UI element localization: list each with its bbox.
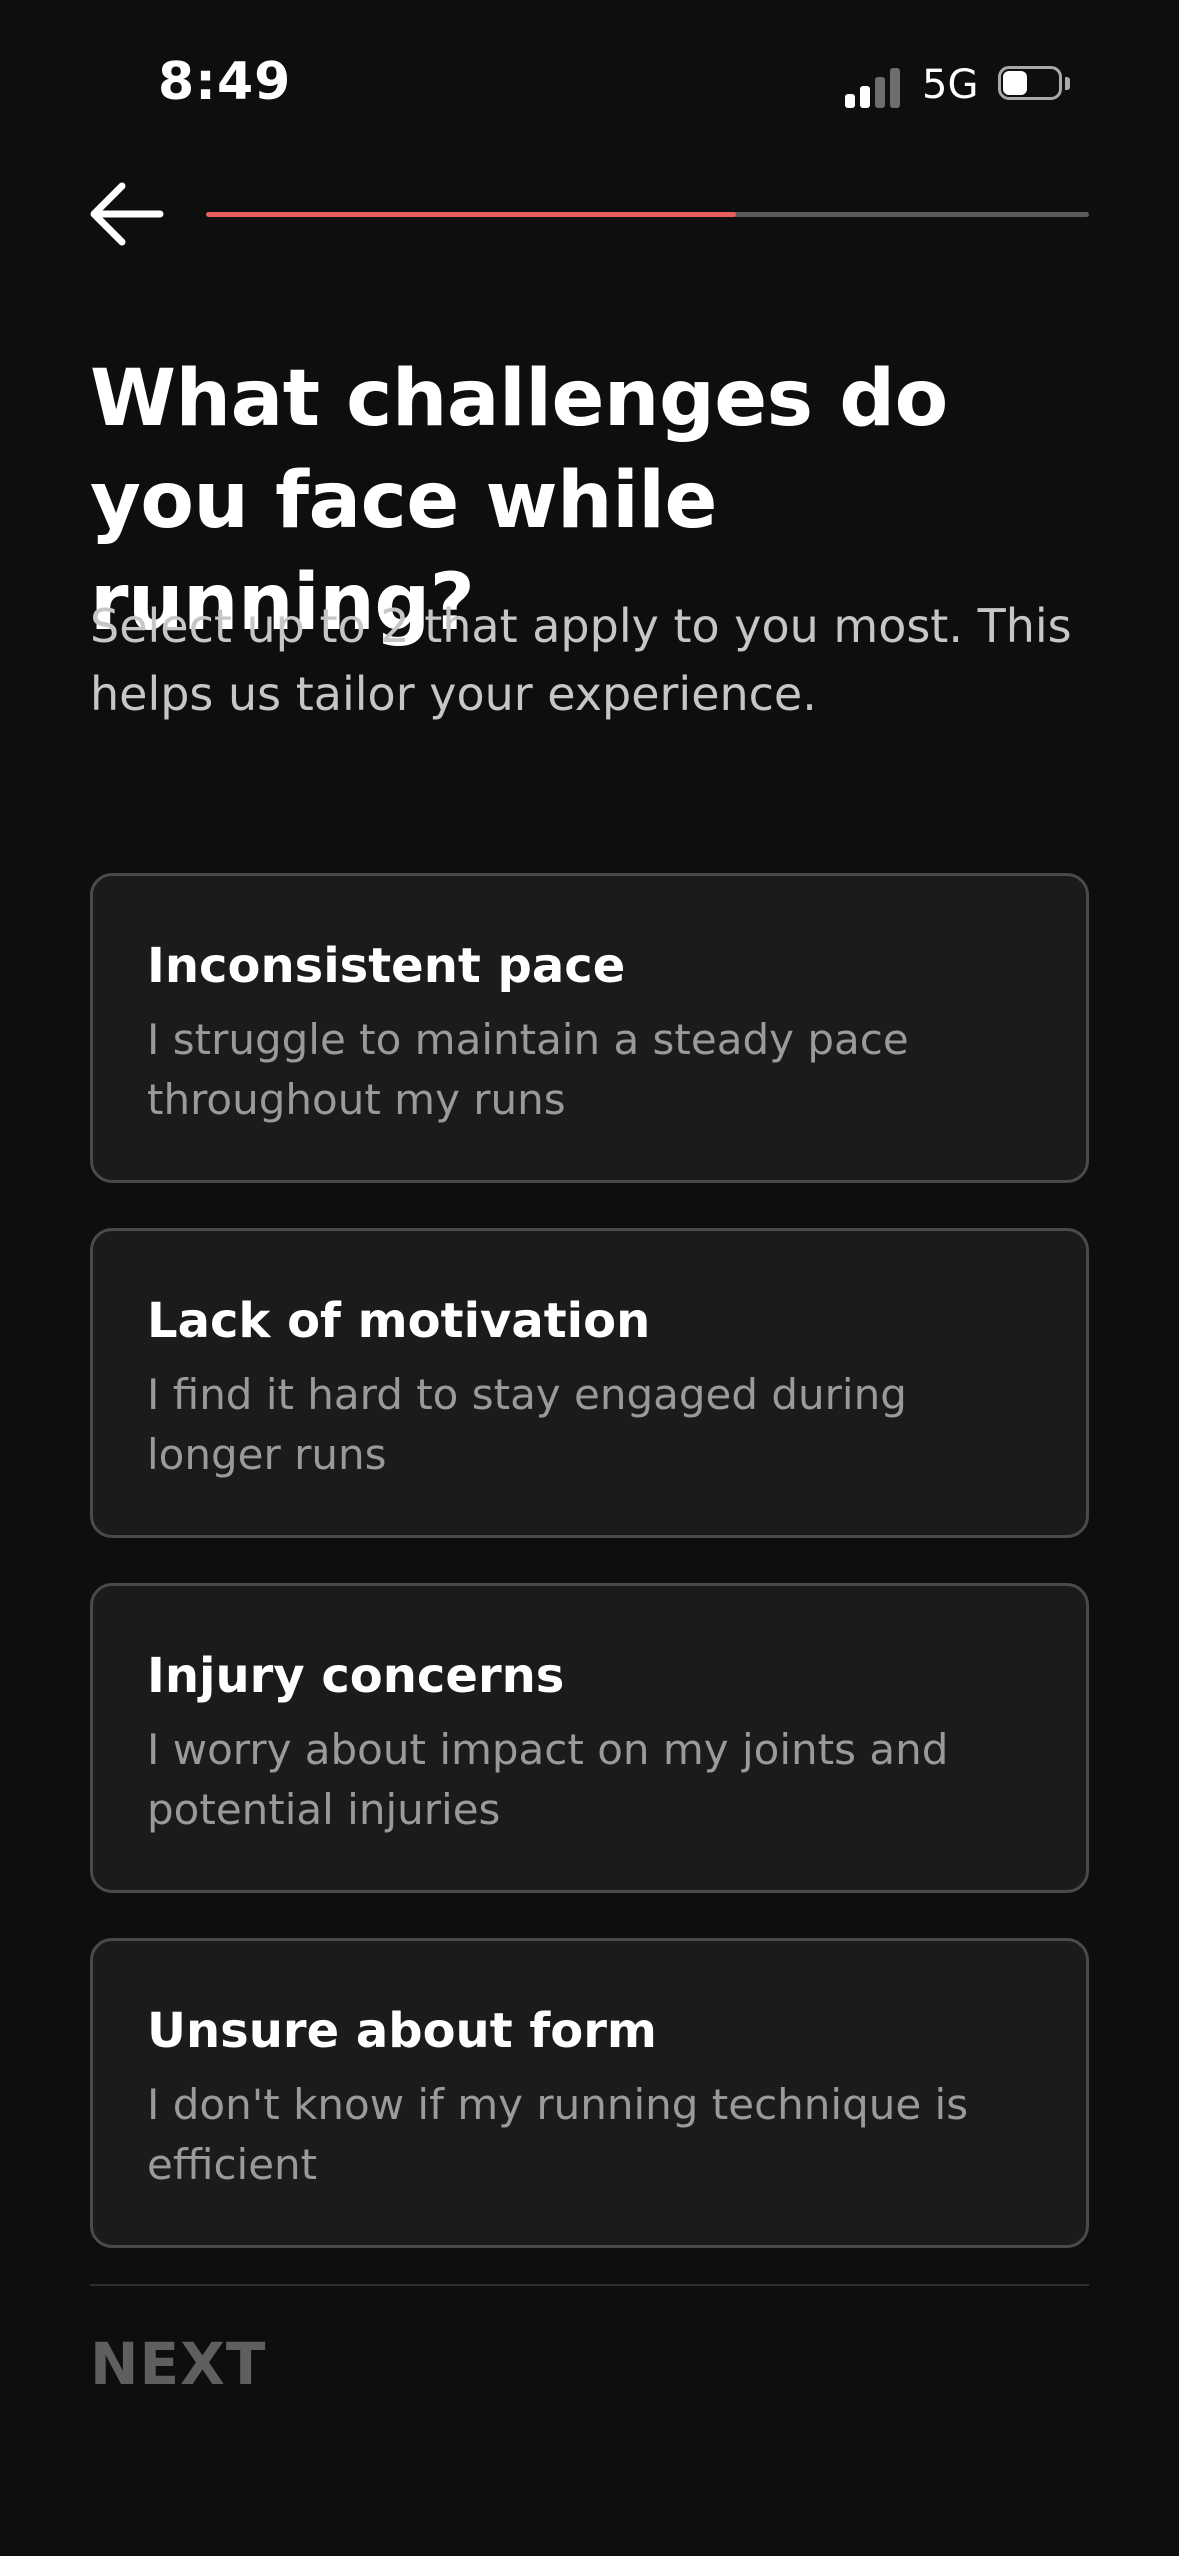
option-description: I worry about impact on my joints and po…: [147, 1725, 949, 1834]
back-button[interactable]: [84, 178, 168, 250]
option-description: I don't know if my running technique is …: [147, 2080, 969, 2189]
option-unsure-about-form[interactable]: Unsure about form I don't know if my run…: [90, 1938, 1089, 2248]
option-title: Injury concerns: [147, 1648, 565, 1704]
option-lack-of-motivation[interactable]: Lack of motivation I find it hard to sta…: [90, 1228, 1089, 1538]
network-type: 5G: [922, 62, 979, 108]
progress-fill: [206, 212, 736, 217]
arrow-left-icon: [90, 182, 164, 246]
cellular-signal-icon: [845, 66, 905, 108]
page-subtitle: Select up to 2 that apply to you most. T…: [90, 599, 1072, 721]
status-bar: 8:49 5G: [0, 0, 1179, 170]
option-title: Lack of motivation: [147, 1293, 651, 1349]
option-title: Unsure about form: [147, 2003, 657, 2059]
status-time: 8:49: [158, 52, 292, 112]
option-injury-concerns[interactable]: Injury concerns I worry about impact on …: [90, 1583, 1089, 1893]
battery-icon: [998, 66, 1072, 104]
onboarding-progress-bar: [206, 212, 1089, 217]
option-description: I struggle to maintain a steady pace thr…: [147, 1015, 909, 1124]
option-description: I find it hard to stay engaged during lo…: [147, 1370, 907, 1479]
challenge-option-list: Inconsistent pace I struggle to maintain…: [90, 873, 1089, 2293]
footer-divider: [90, 2284, 1089, 2286]
next-button[interactable]: NEXT: [90, 2330, 266, 2398]
option-inconsistent-pace[interactable]: Inconsistent pace I struggle to maintain…: [90, 873, 1089, 1183]
option-title: Inconsistent pace: [147, 938, 626, 994]
